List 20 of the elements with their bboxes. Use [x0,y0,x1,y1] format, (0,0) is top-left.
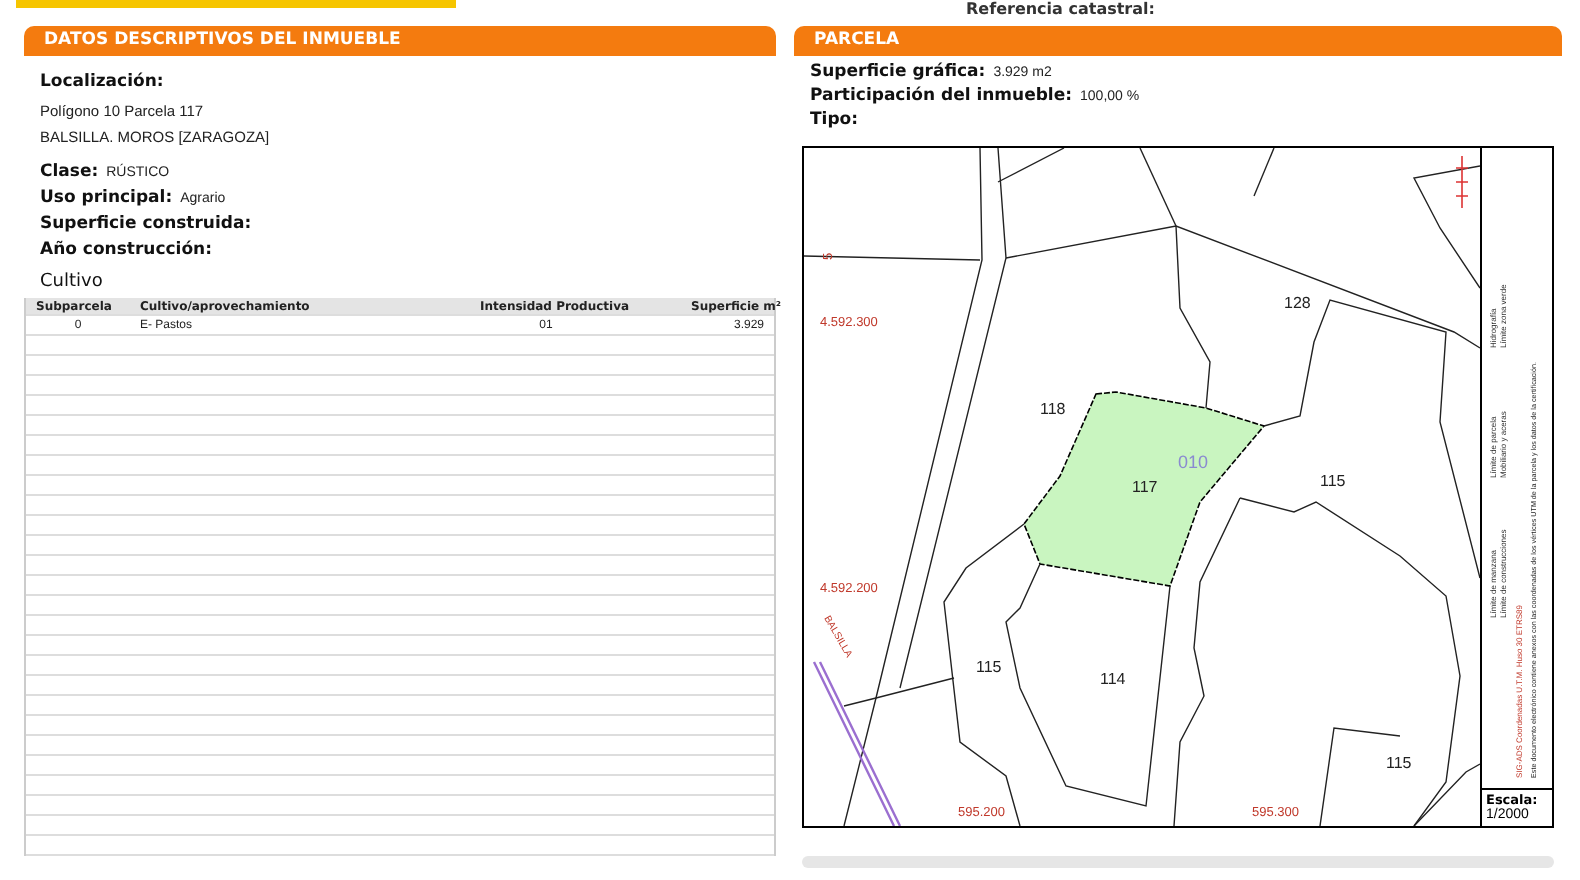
field-label: Participación del inmueble: [810,86,1073,106]
parcel-number: 114 [1100,670,1126,688]
field-label: Uso principal: [40,188,173,208]
parcel-number: 115 [1386,754,1412,772]
parcel-number: 118 [1040,400,1066,418]
field-label: Año construcción: [40,240,213,260]
section-header: DATOS DESCRIPTIVOS DEL INMUEBLE [24,26,776,56]
cadastral-reference-label: Referencia catastral: [966,0,1155,18]
parcel-number: 010 [1178,452,1209,472]
table-title: Cultivo [40,272,103,292]
field-label: Superficie gráfica: [810,62,986,82]
parcel-number: 117 [1132,478,1158,496]
field-label: Clase: [40,162,99,182]
field-label: Tipo: [810,110,859,130]
section-header: PARCELA [794,26,1562,56]
parcel-number: 128 [1284,294,1311,312]
parcel-number: 115 [976,658,1002,676]
field-label: Localización: [40,72,164,92]
field-label: Superficie construida: [40,214,252,234]
parcel-number: 115 [1320,472,1346,490]
